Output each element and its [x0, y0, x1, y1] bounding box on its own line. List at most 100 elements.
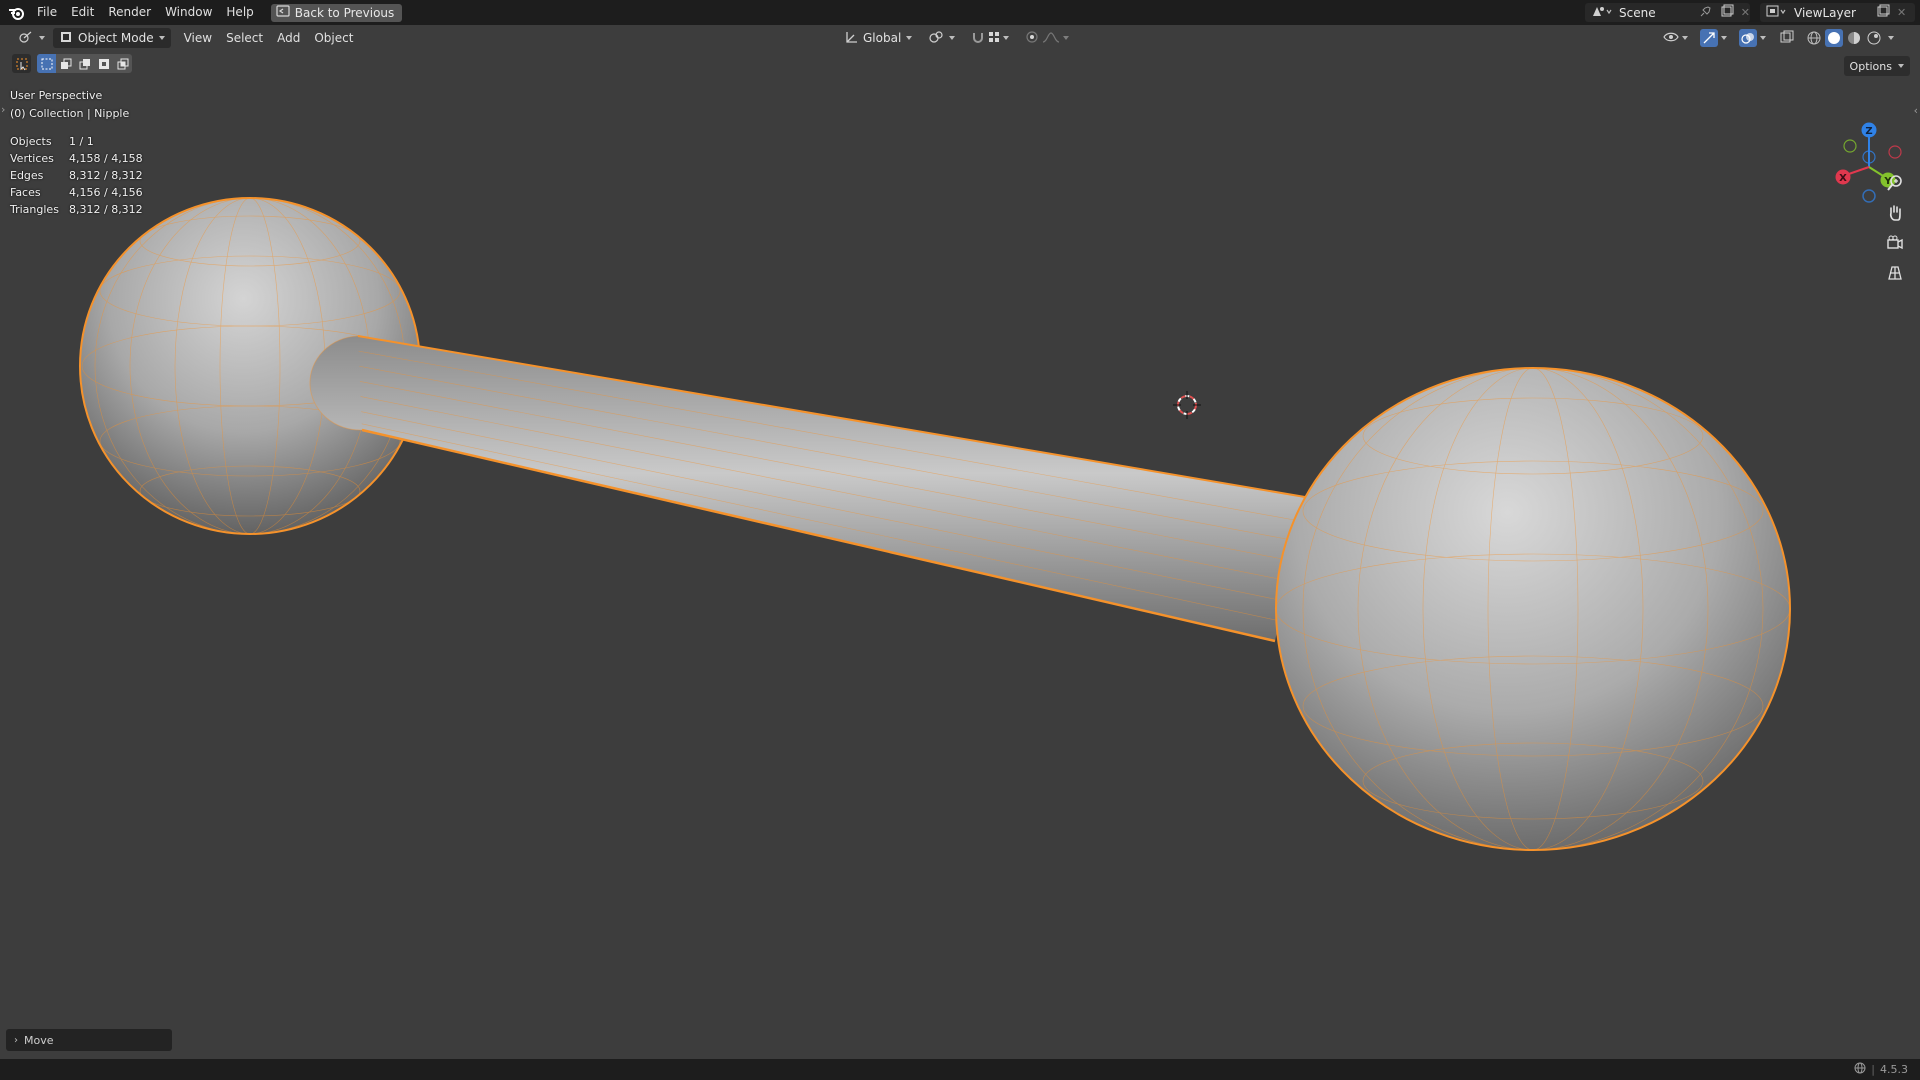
menu-view[interactable]: View: [177, 26, 219, 51]
right-sphere-mesh[interactable]: [1275, 367, 1791, 851]
menu-file[interactable]: File: [30, 0, 64, 25]
menu-edit[interactable]: Edit: [64, 0, 101, 25]
camera-icon[interactable]: [1882, 230, 1908, 256]
stat-value: 8,312 / 8,312: [69, 169, 143, 182]
3d-cursor-icon[interactable]: [1173, 391, 1201, 419]
chevron-down-icon: [1898, 64, 1904, 68]
object-mode-icon: [59, 30, 73, 47]
hand-icon[interactable]: [1882, 200, 1908, 226]
select-extend-icon[interactable]: [56, 54, 75, 73]
delete-view-layer-icon[interactable]: ✕: [1897, 6, 1906, 19]
stat-label: Objects: [10, 135, 52, 148]
overlay-icon[interactable]: [1739, 29, 1757, 47]
stat-value: 8,312 / 8,312: [69, 203, 143, 216]
view-layer-name[interactable]: ViewLayer: [1794, 6, 1874, 20]
back-button-label: Back to Previous: [294, 5, 395, 20]
snap-controls[interactable]: [965, 28, 1015, 48]
delete-scene-icon[interactable]: ✕: [1741, 6, 1750, 19]
stat-row: Objects 1 / 1: [10, 133, 143, 150]
top-menu-bar: File Edit Render Window Help Back to Pre…: [0, 0, 1920, 25]
scene-selector[interactable]: Scene ✕: [1585, 3, 1750, 22]
back-icon: [276, 5, 290, 20]
material-shading-icon[interactable]: [1845, 29, 1863, 47]
select-invert-icon[interactable]: [94, 54, 113, 73]
chevron-right-icon: ›: [14, 1034, 18, 1046]
select-intersect-icon[interactable]: [113, 54, 132, 73]
orientation-icon: [844, 30, 858, 47]
version-label: 4.5.3: [1880, 1063, 1908, 1076]
neg-y-axis-handle[interactable]: [1843, 139, 1857, 153]
3d-viewport[interactable]: Z Y X: [0, 51, 1920, 1061]
stat-value: 4,158 / 4,158: [69, 152, 143, 165]
stat-label: Edges: [10, 169, 44, 182]
chevron-down-icon: [1003, 36, 1010, 40]
menu-help[interactable]: Help: [219, 0, 260, 25]
select-tool-button[interactable]: [12, 54, 31, 73]
toolbar-toggle-icon[interactable]: ›: [1, 103, 5, 116]
editor-type-icon: [18, 30, 34, 47]
pivot-point-dropdown[interactable]: [922, 28, 961, 48]
pin-icon[interactable]: [1700, 5, 1712, 20]
chevron-down-icon: [1760, 36, 1766, 40]
menu-window[interactable]: Window: [158, 0, 219, 25]
gizmo-x-label: X: [1839, 173, 1847, 184]
menu-select[interactable]: Select: [219, 26, 270, 51]
xray-icon[interactable]: [1779, 29, 1795, 48]
orientation-label: Global: [863, 31, 902, 45]
gizmo-z-label: Z: [1865, 126, 1872, 137]
snap-increment-icon[interactable]: [988, 31, 1000, 46]
view-perspective-label: User Perspective: [10, 89, 103, 102]
chevron-down-icon: [949, 36, 956, 40]
viewport-header: Object Mode View Select Add Object Globa…: [0, 25, 1920, 51]
proportional-editing-controls[interactable]: [1019, 28, 1075, 48]
blender-logo-icon[interactable]: [4, 0, 30, 25]
version-info: | 4.5.3: [1854, 1062, 1908, 1077]
chevron-down-icon: [1063, 36, 1070, 40]
snap-icon[interactable]: [971, 30, 985, 47]
grid-icon[interactable]: [1882, 260, 1908, 286]
select-subtract-icon[interactable]: [75, 54, 94, 73]
rendered-shading-icon[interactable]: [1865, 29, 1883, 47]
stat-value: 4,156 / 4,156: [69, 186, 143, 199]
status-bar: | 4.5.3: [0, 1059, 1920, 1080]
menu-object[interactable]: Object: [307, 26, 360, 51]
stat-row: Triangles 8,312 / 8,312: [10, 201, 143, 218]
chevron-down-icon[interactable]: [1888, 36, 1894, 40]
stat-label: Triangles: [10, 203, 59, 216]
neg-x-axis-handle[interactable]: [1888, 145, 1902, 159]
editor-type-dropdown[interactable]: [12, 28, 51, 48]
view-layer-icon: [1766, 4, 1788, 21]
new-scene-icon[interactable]: [1720, 4, 1734, 21]
zoom-icon[interactable]: [1882, 170, 1908, 196]
cylinder-mesh[interactable]: [309, 335, 1306, 643]
sidebar-toggle-icon[interactable]: ‹: [1914, 104, 1918, 117]
overlay-dropdown[interactable]: [1736, 28, 1769, 48]
new-view-layer-icon[interactable]: [1876, 4, 1890, 21]
view-layer-selector[interactable]: ViewLayer ✕: [1760, 3, 1915, 22]
proportional-icon[interactable]: [1025, 30, 1039, 47]
falloff-icon[interactable]: [1042, 31, 1060, 46]
stat-label: Vertices: [10, 152, 54, 165]
visibility-icon: [1663, 30, 1679, 47]
gizmo-icon[interactable]: [1700, 29, 1718, 47]
stat-label: Faces: [10, 186, 41, 199]
solid-shading-icon[interactable]: [1825, 29, 1843, 47]
wireframe-shading-icon[interactable]: [1805, 29, 1823, 47]
viewport-info: User Perspective (0) Collection | Nipple: [10, 87, 129, 123]
menu-render[interactable]: Render: [101, 0, 158, 25]
visibility-dropdown[interactable]: [1660, 28, 1691, 48]
options-label: Options: [1849, 59, 1892, 73]
chevron-down-icon: [1682, 36, 1688, 40]
transform-orientation-dropdown[interactable]: Global: [838, 28, 918, 48]
shading-mode-group: [1805, 29, 1894, 47]
select-new-icon[interactable]: [37, 54, 56, 73]
last-operator-panel[interactable]: › Move: [6, 1029, 172, 1051]
tool-header: [12, 54, 132, 73]
active-object-label: (0) Collection | Nipple: [10, 107, 130, 120]
menu-add[interactable]: Add: [270, 26, 307, 51]
scene-name[interactable]: Scene: [1619, 6, 1696, 20]
back-to-previous-button[interactable]: Back to Previous: [270, 3, 403, 22]
options-dropdown[interactable]: Options: [1843, 56, 1910, 76]
gizmo-dropdown[interactable]: [1697, 28, 1730, 48]
mode-dropdown[interactable]: Object Mode: [53, 28, 171, 48]
